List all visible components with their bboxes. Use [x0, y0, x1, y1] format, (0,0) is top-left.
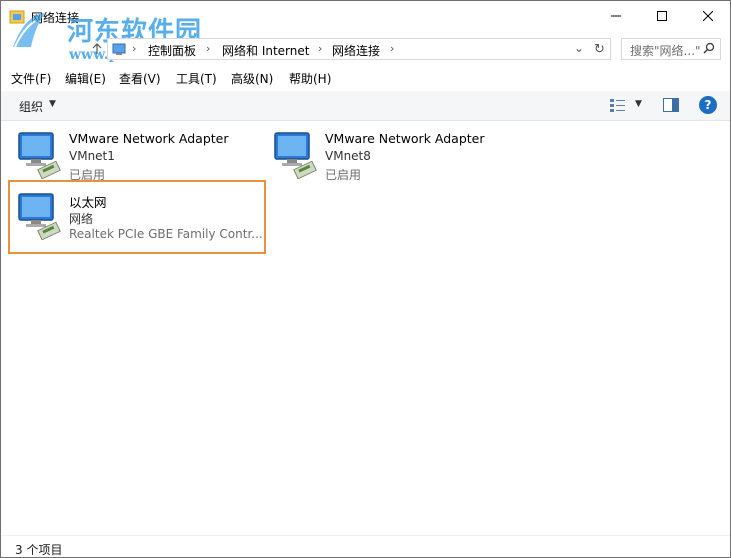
menu-advanced[interactable]: 高级(N) [231, 70, 273, 87]
search-input[interactable]: 搜索"网络..." [621, 38, 721, 60]
address-bar[interactable]: › 控制面板 › 网络和 Internet › 网络连接 › ⌄ [107, 38, 611, 60]
breadcrumb-separator: › [132, 42, 137, 55]
maximize-button[interactable] [639, 1, 685, 31]
connection-network: 网络 [69, 212, 94, 226]
menu-edit[interactable]: 编辑(E) [65, 70, 106, 87]
control-panel-icon [112, 42, 126, 59]
connection-device: Realtek PCIe GBE Family Contr... [69, 227, 263, 241]
network-adapter-icon [273, 129, 319, 182]
preview-pane-button[interactable] [663, 98, 679, 115]
search-placeholder: 搜索"网络..." [630, 44, 701, 58]
status-bar: 3 个项目 [1, 535, 730, 557]
connection-name: VMware Network Adapter [325, 131, 485, 146]
help-button[interactable]: ? [699, 96, 717, 114]
up-button[interactable] [89, 41, 105, 57]
minimize-icon [611, 15, 621, 17]
menu-file[interactable]: 文件(F) [11, 70, 51, 87]
list-item[interactable]: VMware Network Adapter VMnet1 已启用 [17, 129, 257, 183]
arrow-up-icon [92, 43, 102, 54]
connections-list: VMware Network Adapter VMnet1 已启用 VMware… [1, 122, 730, 533]
breadcrumb-network-internet[interactable]: 网络和 Internet [222, 42, 309, 59]
command-bar: 组织 ▼ ▼ ? [1, 91, 730, 121]
minimize-button[interactable] [593, 1, 639, 31]
list-item[interactable]: VMware Network Adapter VMnet8 已启用 [273, 129, 513, 183]
view-options-icon [610, 99, 625, 112]
search-icon[interactable] [703, 42, 715, 57]
breadcrumb-network-connections[interactable]: 网络连接 [332, 42, 380, 59]
connection-name: VMware Network Adapter [69, 131, 229, 146]
close-icon [703, 11, 713, 21]
change-view-button[interactable] [609, 97, 627, 116]
menu-help[interactable]: 帮助(H) [289, 70, 331, 87]
maximize-icon [657, 11, 667, 21]
menu-view[interactable]: 查看(V) [119, 70, 161, 87]
network-adapter-icon [17, 129, 63, 182]
connection-device: VMnet1 [69, 149, 115, 163]
refresh-button[interactable]: ↻ [589, 38, 611, 60]
breadcrumb-separator: › [390, 42, 395, 55]
caret-down-icon[interactable]: ▼ [635, 99, 642, 109]
breadcrumb-separator: › [206, 42, 211, 55]
breadcrumb-separator: › [318, 42, 323, 55]
address-row: › 控制面板 › 网络和 Internet › 网络连接 › ⌄ ↻ 搜索"网络… [1, 33, 730, 65]
item-count: 3 个项目 [15, 543, 63, 557]
menu-bar: 文件(F) 编辑(E) 查看(V) 工具(T) 高级(N) 帮助(H) [1, 67, 730, 89]
menu-tools[interactable]: 工具(T) [176, 70, 217, 87]
network-adapter-icon [17, 190, 63, 243]
connection-name: 以太网 [69, 195, 107, 210]
breadcrumb-control-panel[interactable]: 控制面板 [148, 42, 196, 59]
preview-pane-icon [663, 98, 679, 112]
close-button[interactable] [685, 1, 731, 31]
refresh-icon: ↻ [594, 41, 605, 57]
chevron-down-icon[interactable]: ⌄ [574, 41, 584, 55]
explorer-window: 网络连接 河东软件园 www.pc0359.cn › [0, 0, 731, 558]
list-item-ethernet[interactable]: 以太网 网络 Realtek PCIe GBE Family Contr... [17, 190, 263, 244]
connection-status: 已启用 [325, 168, 362, 182]
organize-button[interactable]: 组织 [19, 98, 43, 115]
connection-device: VMnet8 [325, 149, 371, 163]
caret-down-icon[interactable]: ▼ [49, 99, 56, 109]
